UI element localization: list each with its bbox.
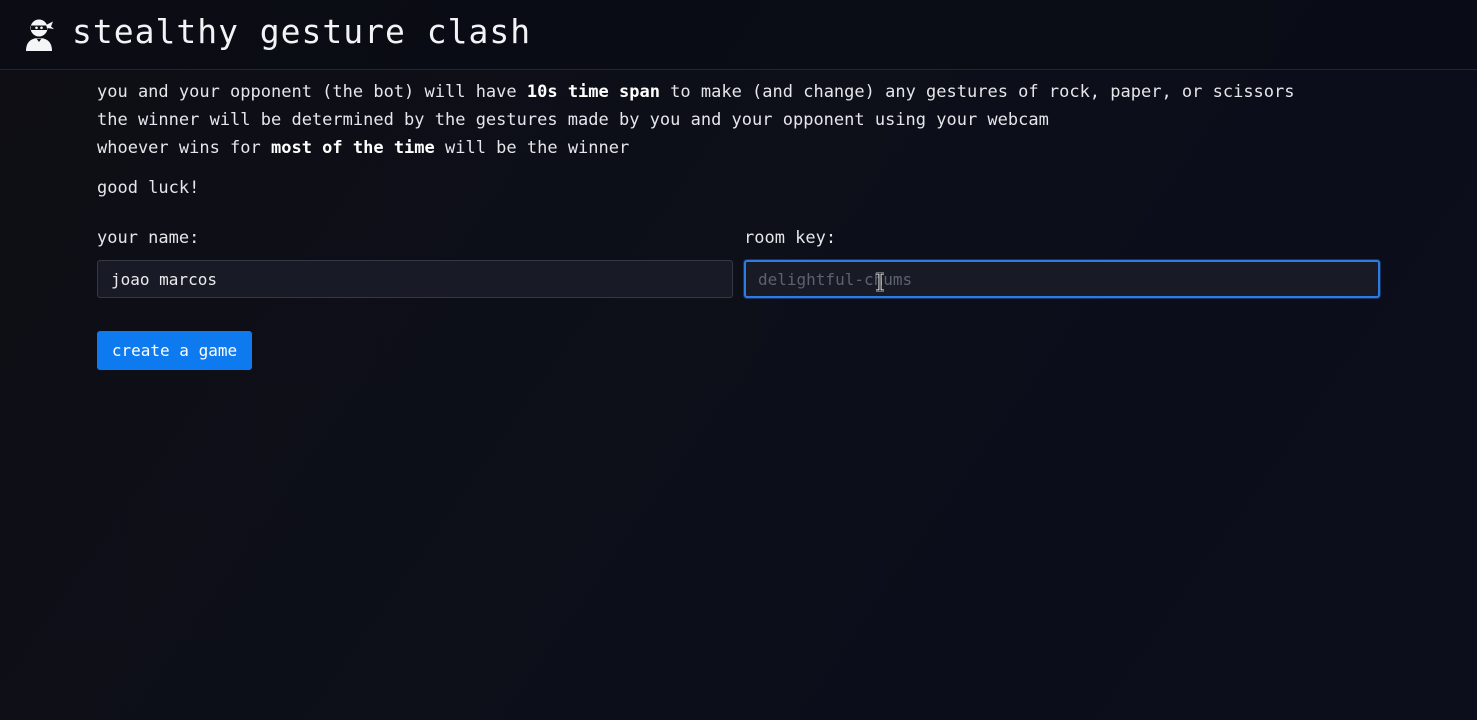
main-content: you and your opponent (the bot) will hav… [97,78,1387,370]
ninja-user-icon [26,19,54,51]
rules-line-1-after: to make (and change) any gestures of roc… [659,82,1295,102]
rules-line-2: the winner will be determined by the ges… [97,110,1049,130]
text-cursor-icon [876,272,884,292]
name-input[interactable] [97,260,733,298]
rules-line-1-before: you and your opponent (the bot) will hav… [97,82,527,102]
room-key-input[interactable] [744,260,1380,298]
name-label: your name: [97,228,200,248]
rules-line-3-after: will be the winner [434,138,630,158]
rules-line-3: whoever wins for most of the time will b… [97,134,1387,162]
app-header: stealthy gesture clash [0,0,1477,70]
rules-line-3-before: whoever wins for [97,138,271,158]
rules-line-1-bold: 10s time span [526,82,660,102]
room-key-label: room key: [744,228,837,248]
create-game-button[interactable]: create a game [97,331,252,370]
rules-text: you and your opponent (the bot) will hav… [97,78,1387,162]
good-luck-text: good luck! [97,178,200,198]
app-title: stealthy gesture clash [72,12,532,51]
rules-line-1: you and your opponent (the bot) will hav… [97,78,1387,106]
rules-line-3-bold: most of the time [271,138,435,158]
